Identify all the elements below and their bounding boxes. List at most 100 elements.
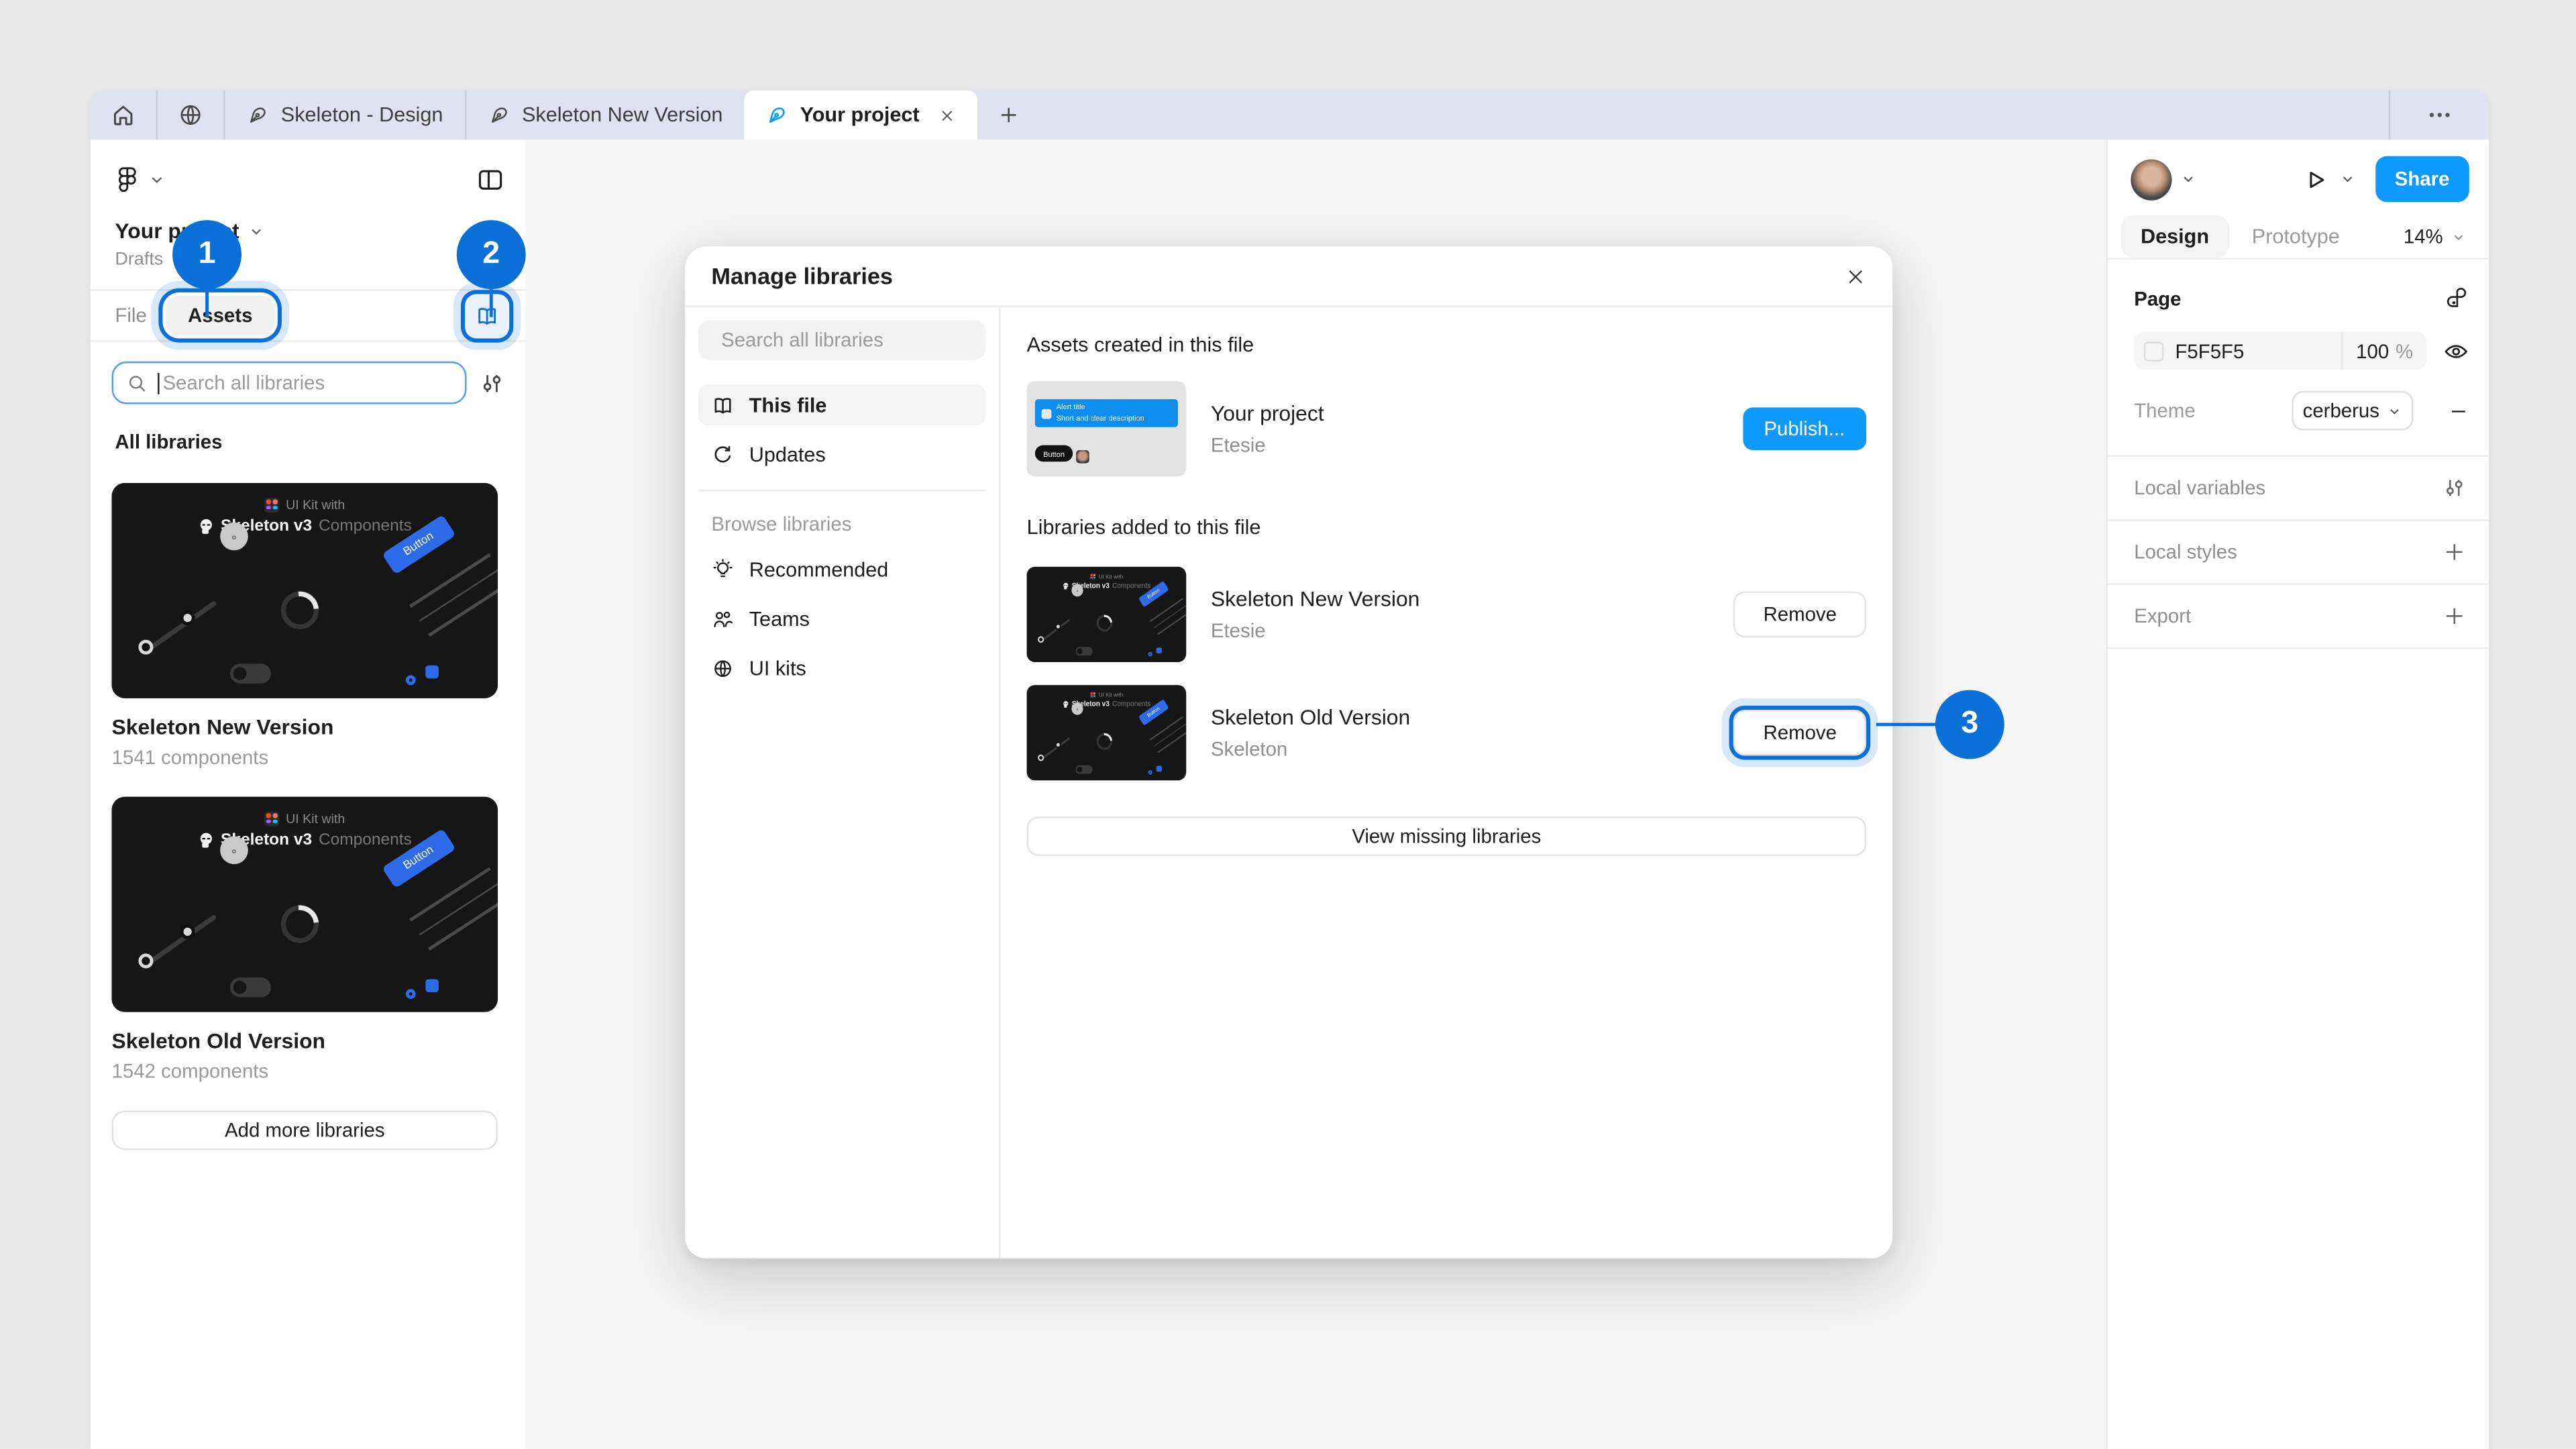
color-hex[interactable]: F5F5F5: [2175, 339, 2341, 362]
eye-icon[interactable]: [2443, 337, 2469, 364]
figma-logo-icon[interactable]: [115, 162, 140, 195]
tab-design[interactable]: Design: [2121, 215, 2229, 258]
library-row: UI Kit with Skeleton v3Components ◦Butto…: [1027, 567, 1866, 662]
nav-divider: [698, 490, 986, 491]
library-name: Skeleton Old Version: [1211, 705, 1410, 730]
mode-tabs: Design Prototype 14%: [2108, 202, 2489, 260]
modal-search-input[interactable]: [721, 329, 976, 352]
close-tab-button[interactable]: [938, 106, 956, 124]
tab-prototype[interactable]: Prototype: [2252, 225, 2340, 248]
avatar[interactable]: [2131, 158, 2171, 199]
chevron-down-icon[interactable]: [248, 223, 264, 239]
canvas[interactable]: Manage libraries: [526, 140, 2106, 1449]
modal-title: Manage libraries: [711, 263, 893, 289]
styles-icon[interactable]: [2445, 286, 2469, 311]
color-swatch[interactable]: [2144, 341, 2163, 360]
right-top-row: Share: [2108, 140, 2489, 202]
tabbar-spacer: [1039, 91, 2388, 140]
export-section[interactable]: Export: [2108, 585, 2489, 649]
nav-recommended[interactable]: Recommended: [698, 549, 986, 590]
library-owner: Etesie: [1211, 619, 1419, 642]
text-cursor: [158, 372, 159, 394]
remove-button[interactable]: Remove: [1733, 592, 1866, 638]
search-input[interactable]: [162, 371, 451, 394]
slider-doodle: [144, 600, 217, 653]
chevron-down-icon[interactable]: [2339, 171, 2355, 187]
color-pill[interactable]: F5F5F5 100 %: [2134, 332, 2426, 370]
chevron-down-icon[interactable]: [148, 170, 166, 188]
more-menu-button[interactable]: [2390, 91, 2489, 140]
library-card-thumbnail[interactable]: UI Kit with Skeleton v3Components ◦ Butt…: [112, 483, 498, 698]
app-main: Your project Drafts File Assets: [91, 140, 2489, 1449]
add-more-libraries-button[interactable]: Add more libraries: [112, 1111, 498, 1150]
opacity-field[interactable]: 100 %: [2341, 332, 2426, 370]
chevron-down-icon[interactable]: [2180, 171, 2196, 187]
modal-nav: This file Updates Browse libraries Recom…: [685, 307, 1000, 1258]
tab-your-project[interactable]: Your project: [744, 91, 977, 140]
theme-select[interactable]: cerberus: [2292, 391, 2413, 431]
checkbox-doodle: [425, 665, 439, 679]
view-missing-libraries-button[interactable]: View missing libraries: [1027, 816, 1866, 856]
figma-app: Skeleton - Design Skeleton New Version Y…: [0, 0, 2576, 1449]
toggle-doodle: [230, 663, 271, 683]
modal-search-field[interactable]: [698, 321, 986, 360]
minus-icon[interactable]: [2448, 400, 2469, 421]
local-styles-section[interactable]: Local styles: [2108, 521, 2489, 585]
left-sidebar: Your project Drafts File Assets: [91, 140, 526, 1449]
filter-sliders-icon[interactable]: [480, 370, 504, 395]
right-sections: Local variables Local styles Export: [2108, 455, 2489, 649]
zoom-control[interactable]: 14%: [2404, 225, 2466, 248]
community-tab[interactable]: [158, 91, 223, 140]
slider-doodle: [144, 914, 217, 967]
new-tab-button[interactable]: [977, 91, 1039, 140]
nav-this-file[interactable]: This file: [698, 384, 986, 425]
callout-3-connector: [1876, 723, 1937, 727]
share-button[interactable]: Share: [2375, 156, 2469, 203]
radio-doodle: [406, 989, 416, 999]
callout-1-connector: [205, 289, 209, 317]
library-name: Skeleton Old Version: [112, 1028, 501, 1053]
skull-icon: [198, 519, 214, 535]
toggle-sidebar-icon[interactable]: [476, 165, 504, 193]
library-card-thumbnail[interactable]: UI Kit with Skeleton v3Components ◦ Butt…: [112, 797, 498, 1012]
plus-icon[interactable]: [2443, 604, 2466, 627]
chevron-down-icon: [2387, 403, 2402, 418]
tab-file[interactable]: File: [115, 304, 146, 327]
all-libraries-heading: All libraries: [91, 404, 526, 453]
library-count: 1542 components: [112, 1060, 501, 1083]
manage-libraries-modal: Manage libraries: [685, 246, 1892, 1258]
plus-icon: [997, 103, 1020, 126]
local-variables-section[interactable]: Local variables: [2108, 457, 2489, 521]
globe-icon: [177, 102, 203, 128]
asset-name: Your project: [1211, 401, 1324, 426]
sliders-icon[interactable]: [2443, 476, 2466, 499]
file-title-row[interactable]: Your project: [91, 195, 526, 243]
search-icon: [127, 372, 148, 394]
nav-updates[interactable]: Updates: [698, 434, 986, 475]
pen-nib-icon: [488, 103, 511, 126]
search-libraries-field[interactable]: [112, 362, 467, 405]
thumb-avatar: [1076, 450, 1089, 464]
callout-step-3: 3: [1935, 690, 2004, 759]
nav-teams[interactable]: Teams: [698, 598, 986, 639]
alert-icon: [1042, 409, 1052, 419]
chevron-down-icon: [2451, 229, 2466, 244]
radio-doodle: [406, 676, 416, 686]
library-owner: Skeleton: [1211, 738, 1410, 761]
remove-button-highlighted[interactable]: Remove: [1733, 710, 1866, 756]
sidebar-header: [91, 140, 526, 195]
nav-ui-kits[interactable]: UI kits: [698, 647, 986, 688]
lightbulb-icon: [711, 557, 734, 580]
plus-icon[interactable]: [2443, 541, 2466, 564]
alert-banner: Alert titleShort and clear description: [1035, 399, 1178, 427]
tab-assets[interactable]: Assets: [166, 296, 274, 335]
tab-skeleton-new-version[interactable]: Skeleton New Version: [466, 91, 745, 140]
publish-button[interactable]: Publish...: [1742, 407, 1866, 450]
present-play-icon[interactable]: [2303, 167, 2328, 192]
close-modal-button[interactable]: [1845, 266, 1866, 287]
libraries-button[interactable]: [465, 293, 509, 337]
people-icon: [711, 607, 734, 630]
tab-label: Skeleton New Version: [522, 103, 723, 126]
tab-skeleton-design[interactable]: Skeleton - Design: [225, 91, 465, 140]
home-tab[interactable]: [91, 91, 156, 140]
